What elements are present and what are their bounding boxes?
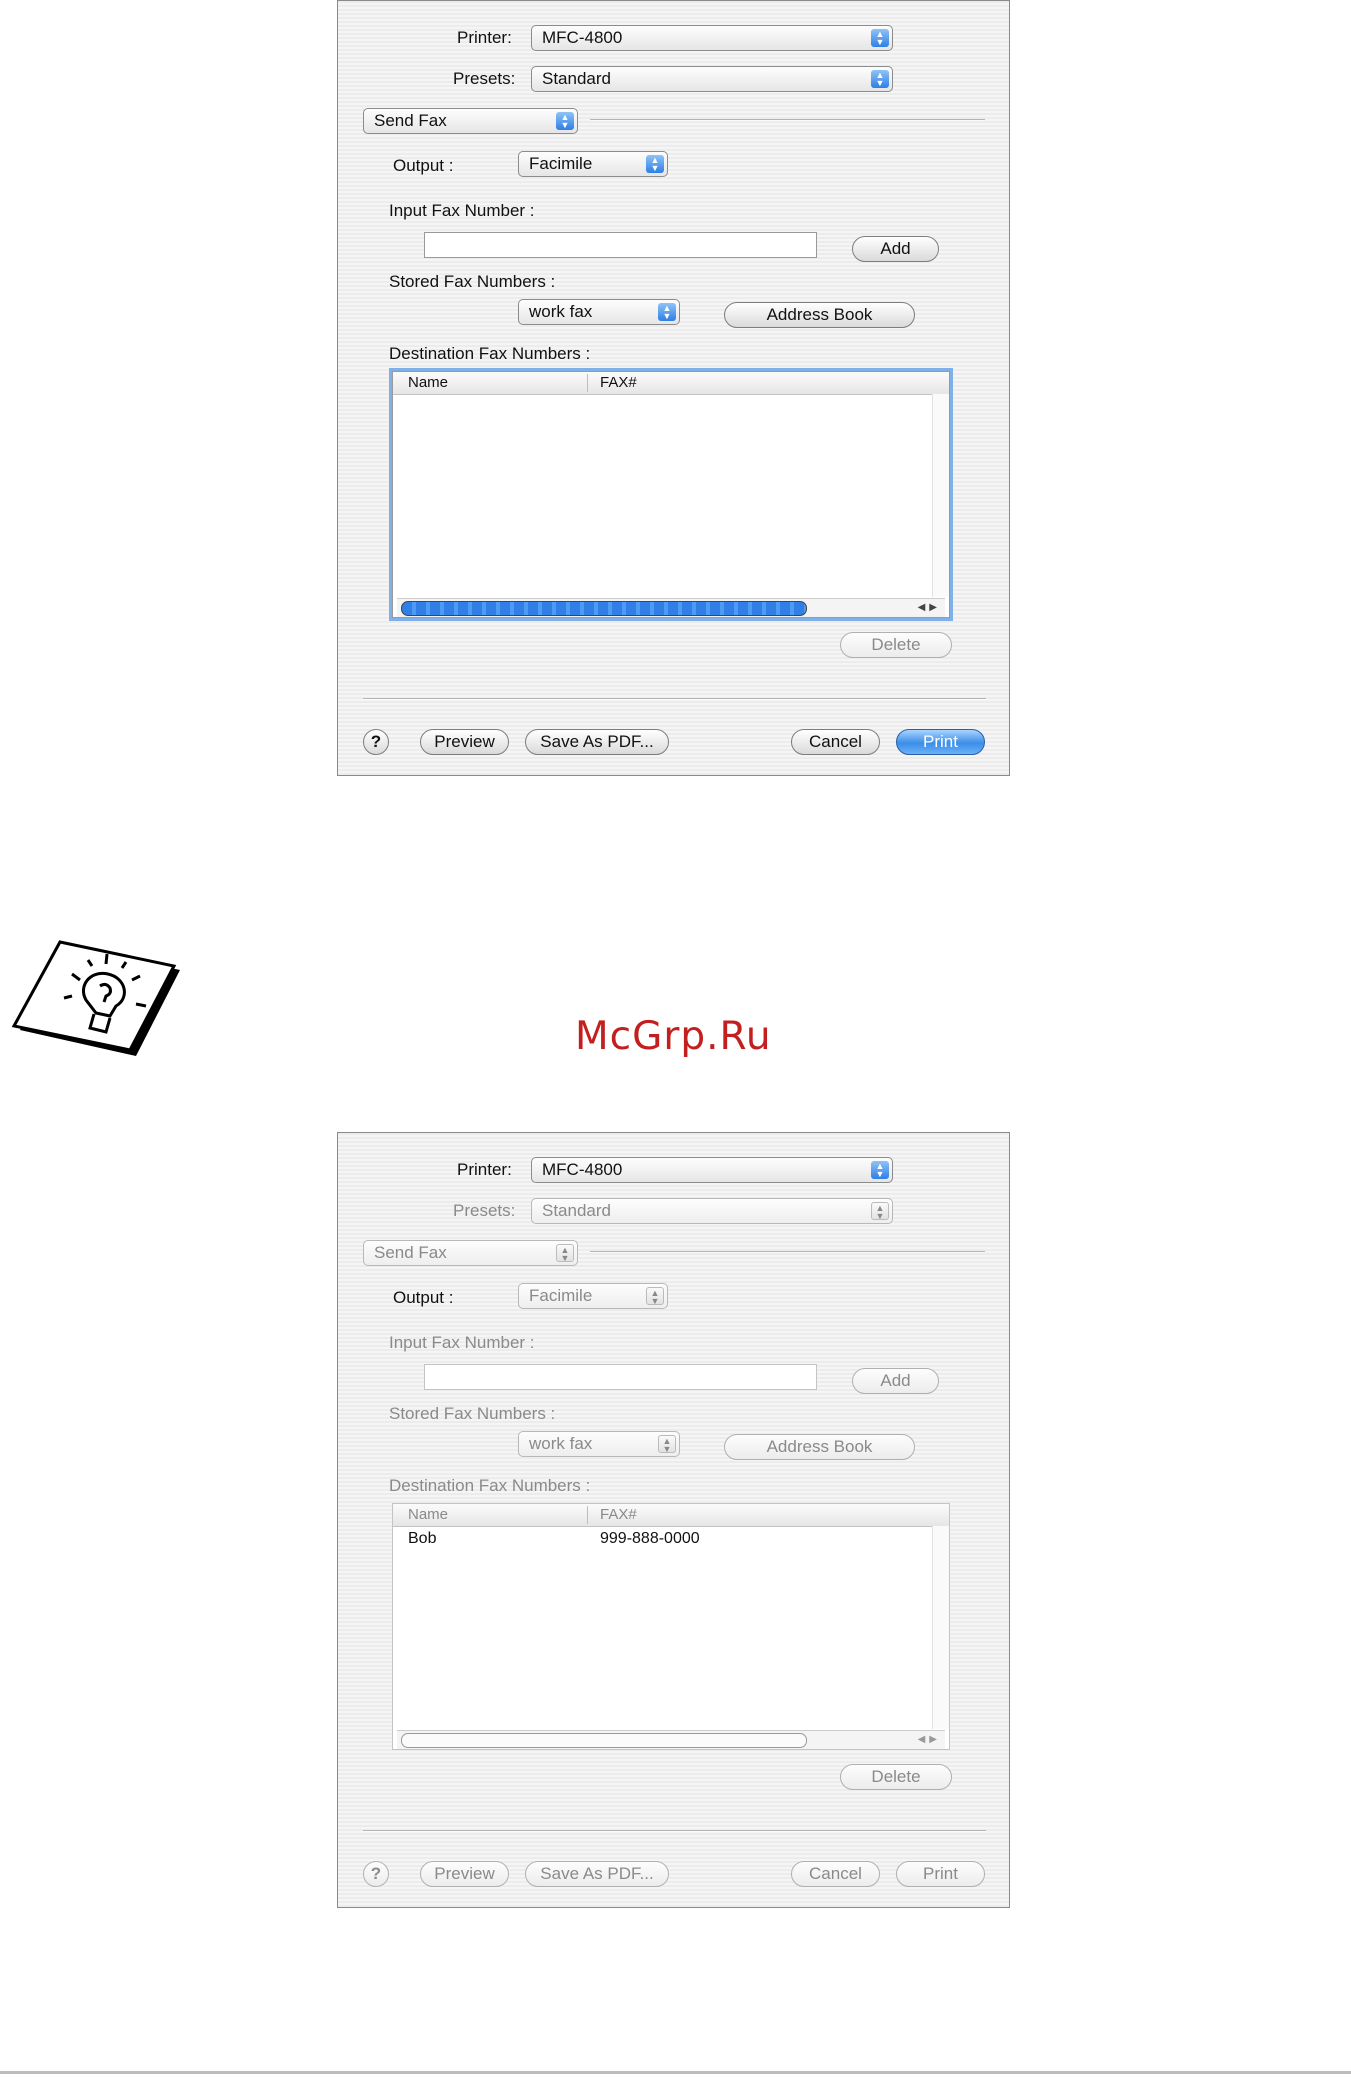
panel-popup[interactable]: Send Fax ▲ ▼ (363, 1240, 578, 1266)
up-down-arrows-icon: ▲ ▼ (658, 1435, 676, 1454)
input-fax-label: Input Fax Number : (389, 1333, 535, 1352)
column-fax[interactable]: FAX# (600, 372, 637, 394)
watermark: McGrp.Ru (575, 1014, 772, 1059)
output-label: Output : (393, 156, 454, 175)
input-fax-label: Input Fax Number : (389, 201, 535, 220)
vertical-scrollbar[interactable] (932, 1526, 949, 1729)
stored-fax-value: work fax (529, 302, 593, 321)
up-down-arrows-icon: ▲ ▼ (658, 303, 676, 321)
printer-popup[interactable]: MFC-4800 ▲ ▼ (531, 25, 893, 51)
help-button[interactable]: ? (363, 1861, 389, 1887)
presets-value: Standard (542, 69, 611, 88)
panel-value: Send Fax (374, 111, 447, 130)
destination-table[interactable]: Name FAX# Bob 999-888-0000 ◀▶ (392, 1503, 950, 1750)
footer-separator (363, 698, 986, 700)
cancel-button[interactable]: Cancel (791, 1861, 880, 1887)
save-as-pdf-button[interactable]: Save As PDF... (525, 729, 669, 755)
stored-fax-popup[interactable]: work fax ▲ ▼ (518, 1431, 680, 1457)
up-down-arrows-icon: ▲ ▼ (871, 29, 889, 47)
presets-label: Presets: (453, 69, 516, 88)
left-right-arrows-icon[interactable]: ◀▶ (918, 1734, 941, 1745)
scroll-thumb[interactable] (401, 1733, 807, 1748)
printer-value: MFC-4800 (542, 28, 623, 47)
column-divider (587, 1506, 588, 1524)
table-cell-name[interactable]: Bob (408, 1530, 436, 1548)
destination-table[interactable]: Name FAX# ◀▶ (392, 371, 950, 618)
up-down-arrows-icon: ▲ ▼ (646, 1287, 664, 1306)
printer-value: MFC-4800 (542, 1160, 623, 1179)
presets-value: Standard (542, 1201, 611, 1220)
delete-button[interactable]: Delete (840, 1764, 952, 1790)
preview-button[interactable]: Preview (420, 1861, 509, 1887)
stored-fax-label: Stored Fax Numbers : (389, 1404, 556, 1423)
up-down-arrows-icon: ▲ ▼ (556, 112, 574, 130)
destination-label: Destination Fax Numbers : (389, 1476, 591, 1495)
stored-fax-popup[interactable]: work fax ▲ ▼ (518, 299, 680, 325)
left-right-arrows-icon[interactable]: ◀▶ (918, 602, 941, 613)
help-button[interactable]: ? (363, 729, 389, 755)
up-down-arrows-icon: ▲ ▼ (871, 70, 889, 88)
address-book-button[interactable]: Address Book (724, 1434, 915, 1460)
preview-button[interactable]: Preview (420, 729, 509, 755)
vertical-scrollbar[interactable] (932, 394, 949, 597)
add-button[interactable]: Add (852, 236, 939, 262)
printer-label: Printer: (457, 28, 512, 47)
output-popup[interactable]: Facimile ▲ ▼ (518, 151, 668, 177)
table-cell-fax[interactable]: 999-888-0000 (600, 1530, 700, 1548)
cancel-button[interactable]: Cancel (791, 729, 880, 755)
address-book-button[interactable]: Address Book (724, 302, 915, 328)
up-down-arrows-icon: ▲ ▼ (871, 1161, 889, 1179)
up-down-arrows-icon: ▲ ▼ (646, 155, 664, 173)
input-fax-field[interactable] (424, 232, 817, 258)
printer-label: Printer: (457, 1160, 512, 1179)
panel-separator (590, 1251, 985, 1253)
panel-separator (590, 119, 985, 121)
presets-popup[interactable]: Standard ▲ ▼ (531, 1198, 893, 1224)
input-fax-field[interactable] (424, 1364, 817, 1390)
delete-button[interactable]: Delete (840, 632, 952, 658)
horizontal-scrollbar[interactable]: ◀▶ (397, 598, 945, 617)
panel-value: Send Fax (374, 1243, 447, 1262)
panel-popup[interactable]: Send Fax ▲ ▼ (363, 108, 578, 134)
lightbulb-tip-icon (11, 940, 180, 1056)
stored-fax-value: work fax (529, 1434, 593, 1453)
table-header: Name FAX# (393, 1504, 949, 1527)
output-value: Facimile (529, 154, 593, 173)
table-header: Name FAX# (393, 372, 949, 395)
page-bottom-rule (0, 2071, 1351, 2074)
column-name[interactable]: Name (408, 372, 448, 394)
output-value: Facimile (529, 1286, 593, 1305)
presets-label: Presets: (453, 1201, 516, 1220)
horizontal-scrollbar[interactable]: ◀▶ (397, 1730, 945, 1749)
printer-popup[interactable]: MFC-4800 ▲ ▼ (531, 1157, 893, 1183)
column-fax[interactable]: FAX# (600, 1504, 637, 1526)
column-divider (587, 374, 588, 392)
footer-separator (363, 1830, 986, 1832)
print-button[interactable]: Print (896, 729, 985, 755)
print-button[interactable]: Print (896, 1861, 985, 1887)
column-name[interactable]: Name (408, 1504, 448, 1526)
print-dialog-send-fax-disabled: Printer: MFC-4800 ▲ ▼ Presets: Standard ▲… (337, 1132, 1010, 1908)
stored-fax-label: Stored Fax Numbers : (389, 272, 556, 291)
scroll-thumb[interactable] (401, 601, 807, 616)
destination-label: Destination Fax Numbers : (389, 344, 591, 363)
add-button[interactable]: Add (852, 1368, 939, 1394)
presets-popup[interactable]: Standard ▲ ▼ (531, 66, 893, 92)
output-label: Output : (393, 1288, 454, 1307)
up-down-arrows-icon: ▲ ▼ (556, 1244, 574, 1263)
save-as-pdf-button[interactable]: Save As PDF... (525, 1861, 669, 1887)
up-down-arrows-icon: ▲ ▼ (871, 1202, 889, 1221)
print-dialog-send-fax: Printer: MFC-4800 ▲ ▼ Presets: Standard ▲… (337, 0, 1010, 776)
output-popup[interactable]: Facimile ▲ ▼ (518, 1283, 668, 1309)
